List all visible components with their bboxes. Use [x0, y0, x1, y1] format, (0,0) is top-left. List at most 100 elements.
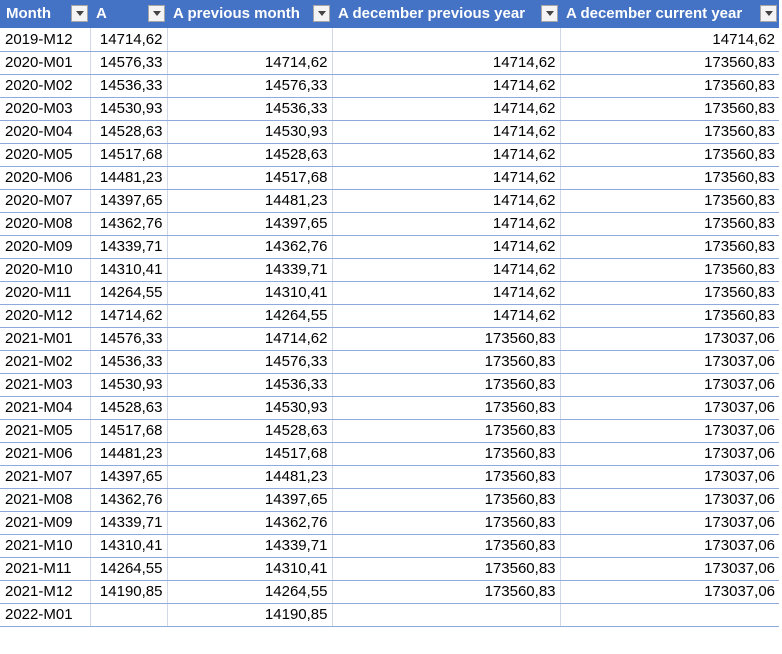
cell-month[interactable]: 2020-M03 [0, 97, 91, 121]
cell-a-december-previous-year[interactable]: 14714,62 [332, 120, 561, 144]
cell-a[interactable]: 14264,55 [90, 281, 168, 305]
cell-month[interactable]: 2021-M05 [0, 419, 91, 443]
cell-a-december-previous-year[interactable]: 14714,62 [332, 189, 561, 213]
cell-a-previous-month[interactable]: 14264,55 [167, 580, 333, 604]
cell-a-december-previous-year[interactable]: 14714,62 [332, 51, 561, 75]
cell-a-december-previous-year[interactable]: 173560,83 [332, 557, 561, 581]
cell-a-previous-month[interactable]: 14517,68 [167, 442, 333, 466]
cell-a-previous-month[interactable]: 14481,23 [167, 465, 333, 489]
cell-a-december-previous-year[interactable]: 173560,83 [332, 488, 561, 512]
cell-month[interactable]: 2021-M12 [0, 580, 91, 604]
cell-a[interactable] [90, 603, 168, 627]
cell-month[interactable]: 2020-M07 [0, 189, 91, 213]
cell-a-december-previous-year[interactable]: 173560,83 [332, 373, 561, 397]
header-month[interactable]: Month [0, 0, 90, 28]
cell-a-december-current-year[interactable]: 173560,83 [560, 304, 779, 328]
filter-dropdown-button[interactable] [71, 5, 88, 22]
header-a-december-previous-year[interactable]: A december previous year [332, 0, 560, 28]
cell-a-december-current-year[interactable]: 173037,06 [560, 488, 779, 512]
cell-a[interactable]: 14517,68 [90, 419, 168, 443]
cell-a[interactable]: 14528,63 [90, 120, 168, 144]
cell-a-previous-month[interactable]: 14714,62 [167, 327, 333, 351]
cell-a[interactable]: 14576,33 [90, 51, 168, 75]
cell-a-december-current-year[interactable]: 173037,06 [560, 557, 779, 581]
cell-month[interactable]: 2021-M02 [0, 350, 91, 374]
cell-a-previous-month[interactable]: 14339,71 [167, 534, 333, 558]
cell-a[interactable]: 14481,23 [90, 442, 168, 466]
cell-month[interactable]: 2019-M12 [0, 28, 91, 52]
cell-a-previous-month[interactable]: 14397,65 [167, 488, 333, 512]
cell-month[interactable]: 2020-M01 [0, 51, 91, 75]
cell-month[interactable]: 2020-M10 [0, 258, 91, 282]
cell-a-december-previous-year[interactable]: 14714,62 [332, 281, 561, 305]
cell-month[interactable]: 2021-M11 [0, 557, 91, 581]
cell-a[interactable]: 14362,76 [90, 212, 168, 236]
cell-a-december-current-year[interactable]: 173037,06 [560, 534, 779, 558]
cell-a-december-previous-year[interactable]: 14714,62 [332, 258, 561, 282]
cell-a-december-previous-year[interactable] [332, 603, 561, 627]
cell-a-december-current-year[interactable]: 173037,06 [560, 580, 779, 604]
filter-dropdown-button[interactable] [541, 5, 558, 22]
cell-a-december-current-year[interactable]: 14714,62 [560, 28, 779, 52]
cell-a-previous-month[interactable]: 14362,76 [167, 235, 333, 259]
cell-a[interactable]: 14714,62 [90, 304, 168, 328]
cell-a-december-current-year[interactable]: 173560,83 [560, 212, 779, 236]
cell-a-previous-month[interactable]: 14530,93 [167, 396, 333, 420]
cell-a-previous-month[interactable]: 14362,76 [167, 511, 333, 535]
cell-a[interactable]: 14310,41 [90, 258, 168, 282]
header-a-december-current-year[interactable]: A december current year [560, 0, 779, 28]
cell-a-previous-month[interactable]: 14536,33 [167, 373, 333, 397]
cell-month[interactable]: 2021-M01 [0, 327, 91, 351]
cell-a-december-current-year[interactable]: 173560,83 [560, 235, 779, 259]
cell-a[interactable]: 14397,65 [90, 465, 168, 489]
cell-a-previous-month[interactable]: 14190,85 [167, 603, 333, 627]
cell-a-december-current-year[interactable]: 173037,06 [560, 442, 779, 466]
cell-a-december-current-year[interactable]: 173037,06 [560, 327, 779, 351]
cell-a-december-current-year[interactable]: 173560,83 [560, 281, 779, 305]
cell-a-previous-month[interactable]: 14576,33 [167, 74, 333, 98]
cell-a-december-current-year[interactable]: 173037,06 [560, 373, 779, 397]
cell-a-december-current-year[interactable]: 173560,83 [560, 189, 779, 213]
cell-month[interactable]: 2020-M08 [0, 212, 91, 236]
cell-a-december-previous-year[interactable]: 14714,62 [332, 235, 561, 259]
cell-month[interactable]: 2021-M06 [0, 442, 91, 466]
cell-a-december-previous-year[interactable]: 14714,62 [332, 143, 561, 167]
cell-month[interactable]: 2021-M07 [0, 465, 91, 489]
cell-a-december-current-year[interactable] [560, 603, 779, 627]
cell-a-december-previous-year[interactable]: 173560,83 [332, 350, 561, 374]
cell-month[interactable]: 2020-M09 [0, 235, 91, 259]
cell-a-previous-month[interactable]: 14264,55 [167, 304, 333, 328]
cell-a[interactable]: 14397,65 [90, 189, 168, 213]
cell-a-previous-month[interactable]: 14310,41 [167, 281, 333, 305]
cell-a[interactable]: 14517,68 [90, 143, 168, 167]
cell-a-previous-month[interactable]: 14530,93 [167, 120, 333, 144]
cell-month[interactable]: 2021-M10 [0, 534, 91, 558]
cell-a-december-current-year[interactable]: 173037,06 [560, 419, 779, 443]
cell-a-december-previous-year[interactable]: 173560,83 [332, 534, 561, 558]
cell-a[interactable]: 14264,55 [90, 557, 168, 581]
cell-a-december-previous-year[interactable]: 173560,83 [332, 580, 561, 604]
cell-a[interactable]: 14530,93 [90, 97, 168, 121]
cell-a-december-current-year[interactable]: 173037,06 [560, 511, 779, 535]
cell-a-december-current-year[interactable]: 173560,83 [560, 74, 779, 98]
cell-a[interactable]: 14339,71 [90, 511, 168, 535]
filter-dropdown-button[interactable] [148, 5, 165, 22]
cell-a[interactable]: 14310,41 [90, 534, 168, 558]
cell-a-december-current-year[interactable]: 173560,83 [560, 258, 779, 282]
cell-a-december-previous-year[interactable]: 173560,83 [332, 396, 561, 420]
cell-a-previous-month[interactable]: 14310,41 [167, 557, 333, 581]
cell-a-previous-month[interactable]: 14528,63 [167, 143, 333, 167]
header-a[interactable]: A [90, 0, 167, 28]
cell-a-december-current-year[interactable]: 173037,06 [560, 350, 779, 374]
cell-a-december-current-year[interactable]: 173037,06 [560, 396, 779, 420]
cell-month[interactable]: 2022-M01 [0, 603, 91, 627]
cell-a[interactable]: 14530,93 [90, 373, 168, 397]
cell-a[interactable]: 14576,33 [90, 327, 168, 351]
cell-a-december-previous-year[interactable]: 14714,62 [332, 97, 561, 121]
cell-a[interactable]: 14528,63 [90, 396, 168, 420]
cell-month[interactable]: 2020-M12 [0, 304, 91, 328]
cell-a-december-current-year[interactable]: 173560,83 [560, 166, 779, 190]
cell-a[interactable]: 14536,33 [90, 350, 168, 374]
cell-a-december-previous-year[interactable]: 173560,83 [332, 327, 561, 351]
cell-a-previous-month[interactable]: 14481,23 [167, 189, 333, 213]
